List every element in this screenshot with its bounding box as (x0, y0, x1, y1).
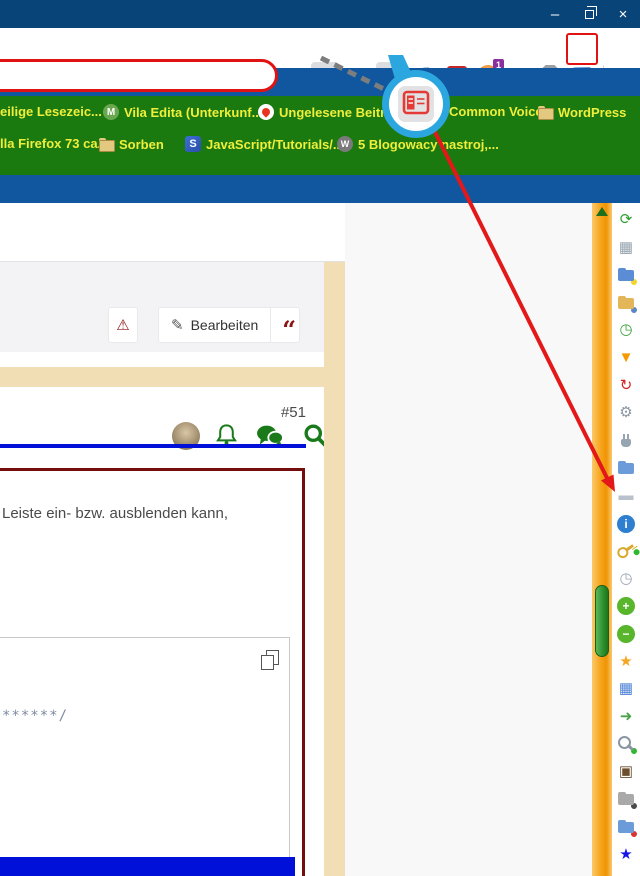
star-orange-icon[interactable]: ★ (617, 653, 635, 671)
folder-favicon (537, 104, 553, 120)
sidebar-icon-toolbar: ⟳ ▦ ◷ ▼ ↻ ⚙ ▬ i ◷ + − ★ ▦ ➜ ▣ ★ (612, 203, 640, 876)
site-header (0, 203, 345, 262)
post-number[interactable]: #51 (0, 404, 306, 421)
quote-button[interactable]: “ (270, 308, 296, 342)
image-card-icon[interactable]: ▦ (617, 239, 635, 257)
edit-quote-button-group: ✎ Bearbeiten “ (158, 307, 300, 343)
search-refresh-icon[interactable] (617, 735, 635, 753)
page-tan-background (324, 262, 345, 876)
bookmark-item[interactable]: Sorben (98, 136, 164, 152)
window-titlebar: – × (0, 0, 640, 28)
quote-icon: “ (282, 324, 296, 336)
bookmark-item[interactable]: Ungelesene Beiträg (258, 104, 400, 120)
sidebar-panel (345, 203, 592, 876)
folder-edit-icon[interactable] (617, 790, 635, 808)
flame-favicon (258, 104, 274, 120)
letter-m-favicon: M (103, 104, 119, 120)
next-post-divider-line (0, 857, 295, 876)
copy-code-button[interactable] (260, 650, 280, 670)
bookmark-item[interactable]: WordPress (537, 104, 626, 120)
tray-icon[interactable]: ▬ (617, 487, 635, 505)
folder-new-icon[interactable] (617, 266, 635, 284)
report-warning-button[interactable]: ⚠ (108, 307, 138, 343)
pencil-icon: ✎ (171, 316, 184, 334)
folder-favicon (98, 136, 114, 152)
zoom-in-icon[interactable]: + (617, 597, 635, 615)
window-close-button[interactable]: × (606, 0, 640, 28)
window-minimize-button[interactable]: – (538, 0, 572, 28)
bookmark-item[interactable]: W 5 Blogowacy nastroj,... (337, 136, 499, 152)
plug-icon[interactable] (617, 432, 635, 450)
calendar-star-icon[interactable]: ▦ (617, 680, 635, 698)
forward-arrow-icon[interactable]: ➜ (617, 708, 635, 726)
code-block (0, 637, 290, 876)
restore-icon (585, 10, 594, 19)
bookmark-item[interactable]: M Vila Edita (Unterkunf... (103, 104, 262, 120)
zoom-out-icon[interactable]: − (617, 625, 635, 643)
sync-icon[interactable]: ⟳ (617, 211, 635, 229)
bookmark-item[interactable]: eilige Lesezeic... (0, 104, 102, 119)
bookmarks-toolbar: eilige Lesezeic... M Vila Edita (Unterku… (0, 96, 640, 175)
bookmark-item[interactable]: lla Firefox 73 ca... (0, 136, 108, 151)
notifications-bell-button[interactable] (213, 422, 240, 454)
post-separator-band (0, 367, 345, 387)
clock-minus-icon[interactable]: ◷ (617, 570, 635, 588)
quote-text: Leiste ein- bzw. ausblenden kann, (2, 505, 302, 522)
sidebar-scrollbar[interactable] (592, 203, 612, 876)
download-arrow-icon[interactable]: ▼ (617, 349, 635, 367)
folder-red-icon[interactable] (617, 818, 635, 836)
reload-red-icon[interactable]: ↻ (617, 377, 635, 395)
key-add-icon[interactable] (613, 539, 638, 564)
address-bar[interactable] (0, 59, 278, 92)
scrollbar-thumb[interactable] (595, 585, 609, 657)
letter-s-favicon: S (185, 136, 201, 152)
info-icon[interactable]: i (617, 515, 635, 533)
folder-open-icon[interactable] (617, 459, 635, 477)
post-divider-line (0, 444, 306, 448)
history-clock-icon[interactable]: ◷ (617, 321, 635, 339)
folder-user-icon[interactable] (617, 294, 635, 312)
code-text: ******/ (2, 708, 68, 724)
browser-toolbar: ☆ XA 1 (0, 28, 640, 68)
star-blue-icon[interactable]: ★ (617, 846, 635, 864)
theme-strip-bottom (0, 175, 640, 203)
gears-icon[interactable]: ⚙ (617, 404, 635, 422)
window-maximize-button[interactable] (572, 0, 606, 28)
wordpress-favicon: W (337, 136, 353, 152)
warning-icon: ⚠ (116, 316, 129, 334)
annotation-red-box (566, 33, 598, 65)
bookmark-item[interactable]: S JavaScript/Tutorials/... (185, 136, 344, 152)
scroll-up-arrow-icon[interactable] (596, 207, 608, 216)
bookmark-item[interactable]: Common Voice (449, 104, 543, 119)
browser-window: – × ☆ (0, 0, 640, 876)
messages-button[interactable] (255, 422, 285, 454)
edit-button[interactable]: ✎ Bearbeiten (171, 316, 258, 334)
briefcase-icon[interactable]: ▣ (617, 763, 635, 781)
